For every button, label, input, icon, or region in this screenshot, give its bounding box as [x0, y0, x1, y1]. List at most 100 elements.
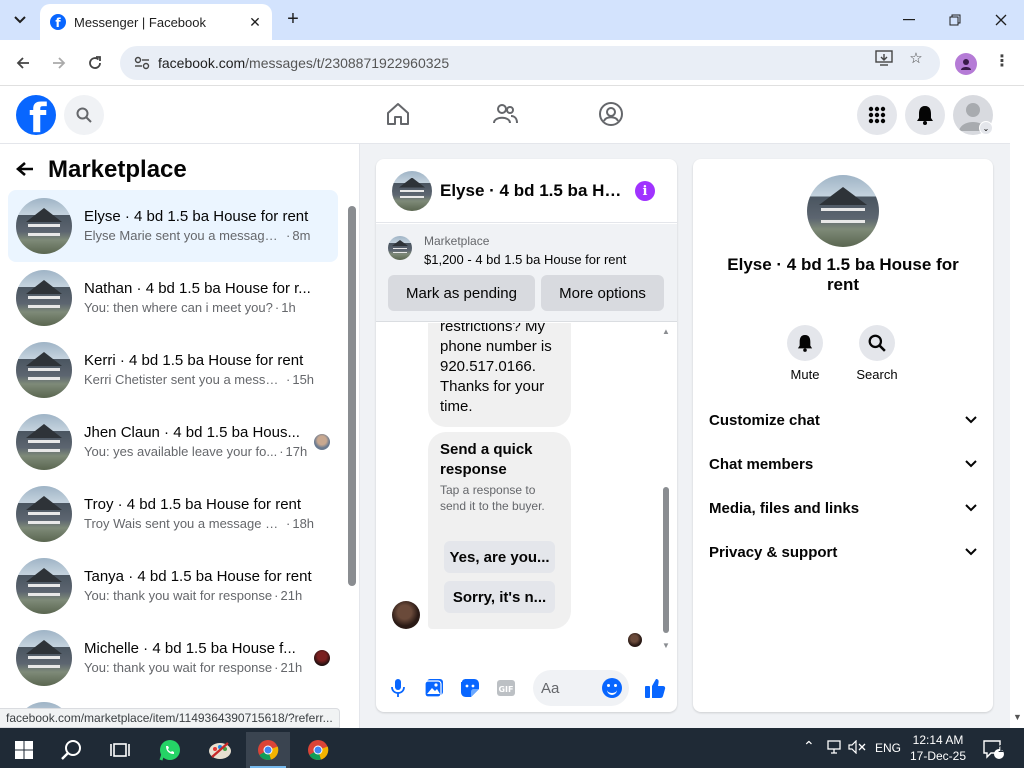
menu-grid-button[interactable]: [857, 95, 897, 135]
network-icon[interactable]: [826, 740, 842, 757]
message-composer: GIF: [376, 664, 677, 712]
conversation-title: Elyse · 4 bd 1.5 ba House for rent: [727, 255, 959, 294]
tray-chevron-up-icon[interactable]: ⌃: [803, 738, 815, 755]
conversation-avatar[interactable]: [807, 175, 879, 247]
scroll-down-icon[interactable]: ▼: [662, 641, 670, 650]
notification-center-icon[interactable]: 1: [974, 732, 1014, 768]
list-item[interactable]: Elyse · 4 bd 1.5 ba House for rent Elyse…: [8, 190, 338, 262]
list-item[interactable]: Nathan · 4 bd 1.5 ba House for r... You:…: [8, 262, 338, 334]
conversation-name: Jhen Claun · 4 bd 1.5 ba Hous...: [84, 424, 300, 441]
search-label: Search: [856, 367, 898, 382]
conversation-time: 18h: [292, 516, 315, 531]
facebook-logo-icon[interactable]: f: [16, 95, 56, 135]
seen-avatar: [314, 650, 330, 666]
list-item[interactable]: Kerri · 4 bd 1.5 ba House for rent Kerri…: [8, 334, 338, 406]
list-item[interactable]: Michelle · 4 bd 1.5 ba House f... You: t…: [8, 622, 338, 694]
reload-button[interactable]: [84, 52, 106, 74]
seen-avatar: [314, 434, 330, 450]
url-host: facebook.com: [158, 55, 246, 71]
row-label: Media, files and links: [709, 499, 860, 517]
mark-as-pending-button[interactable]: Mark as pending: [388, 275, 535, 311]
bookmark-star-icon[interactable]: ☆: [906, 48, 926, 68]
chat-avatar[interactable]: [392, 170, 432, 211]
thumbs-up-icon[interactable]: [643, 678, 667, 698]
browser-profile-avatar[interactable]: [955, 53, 977, 75]
quick-reply-sorry-button[interactable]: Sorry, it's n...: [444, 581, 555, 613]
sticker-icon[interactable]: [460, 678, 480, 698]
info-icon[interactable]: i: [635, 181, 655, 201]
window-close-button[interactable]: [978, 0, 1024, 40]
message-input[interactable]: [541, 678, 601, 698]
browser-menu-icon[interactable]: ⋮: [994, 52, 1010, 72]
install-app-icon[interactable]: [874, 48, 894, 68]
scrollbar-thumb[interactable]: [663, 487, 669, 633]
scroll-up-icon[interactable]: ▲: [662, 327, 670, 336]
gif-icon[interactable]: GIF: [496, 678, 516, 698]
reload-icon: [89, 56, 101, 69]
sidebar-scrollbar[interactable]: [346, 196, 356, 586]
taskbar-search-icon[interactable]: [50, 732, 94, 768]
listing-thumbnail: [16, 486, 72, 542]
clock[interactable]: 12:14 AM 17-Dec-25: [908, 732, 968, 764]
chat-members-row[interactable]: Chat members: [709, 446, 977, 482]
chat-panel: Elyse · 4 bd 1.5 ba Ho... i Marketplace …: [376, 159, 677, 712]
language-indicator[interactable]: ENG: [875, 741, 901, 755]
conversation-time: 15h: [292, 372, 315, 387]
scrollbar-thumb[interactable]: [348, 206, 356, 586]
listing-title[interactable]: $1,200 - 4 bd 1.5 ba House for rent: [424, 252, 626, 267]
search-in-chat-button[interactable]: Search: [847, 325, 907, 382]
listing-thumbnail: [16, 198, 72, 254]
list-item[interactable]: Tanya · 4 bd 1.5 ba House for rent You: …: [8, 550, 338, 622]
more-options-button[interactable]: More options: [541, 275, 664, 311]
mute-button[interactable]: Mute: [775, 325, 835, 382]
chat-scrollbar[interactable]: ▲ ▼: [662, 327, 671, 650]
list-item[interactable]: Troy · 4 bd 1.5 ba House for rent Troy W…: [8, 478, 338, 550]
windows-taskbar: ⌃ ENG 12:14 AM 17-Dec-25 1: [0, 728, 1024, 768]
emoji-icon[interactable]: [602, 678, 622, 698]
chrome-icon[interactable]: [296, 732, 340, 768]
chrome-icon-active[interactable]: [246, 732, 290, 768]
facebook-search-button[interactable]: [64, 95, 104, 135]
back-arrow-icon[interactable]: [16, 156, 34, 184]
customize-chat-row[interactable]: Customize chat: [709, 402, 977, 438]
quick-reply-yes-button[interactable]: Yes, are you...: [444, 541, 555, 573]
notifications-button[interactable]: [905, 95, 945, 135]
list-item[interactable]: Jhen Claun · 4 bd 1.5 ba Hous... You: ye…: [8, 406, 338, 478]
listing-thumbnail: [16, 558, 72, 614]
chat-title[interactable]: Elyse · 4 bd 1.5 ba Ho...: [440, 181, 626, 201]
omnibox[interactable]: facebook.com/messages/t/2308871922960325: [120, 46, 940, 80]
new-tab-button[interactable]: +: [282, 8, 304, 30]
tab-search-button[interactable]: [6, 8, 34, 32]
browser-tab[interactable]: f Messenger | Facebook ✕: [40, 4, 272, 40]
paint-app-icon[interactable]: [198, 732, 242, 768]
minimize-button[interactable]: [886, 0, 932, 40]
media-files-links-row[interactable]: Media, files and links: [709, 490, 977, 526]
account-chevron-icon[interactable]: ⌄: [979, 121, 993, 135]
restore-button[interactable]: [932, 0, 978, 40]
conversation-time: 17h: [285, 444, 308, 459]
listing-thumbnail[interactable]: [388, 236, 412, 260]
photo-icon[interactable]: [424, 678, 444, 698]
seen-avatar: [628, 633, 642, 647]
profile-icon: [961, 59, 971, 70]
page-scrollbar[interactable]: ▼: [1010, 86, 1024, 728]
privacy-support-row[interactable]: Privacy & support: [709, 534, 977, 570]
home-nav-button[interactable]: [383, 99, 413, 129]
conversation-name: Tanya · 4 bd 1.5 ba House for rent: [84, 568, 312, 585]
search-icon: [868, 334, 886, 352]
back-button[interactable]: [12, 52, 34, 74]
friends-nav-button[interactable]: [490, 99, 520, 129]
volume-muted-icon[interactable]: [848, 739, 866, 757]
whatsapp-icon[interactable]: [148, 732, 192, 768]
microphone-icon[interactable]: [388, 678, 408, 698]
site-info-icon[interactable]: [128, 56, 156, 70]
windows-start-icon[interactable]: [2, 732, 46, 768]
chevron-down-icon: [965, 504, 977, 512]
groups-nav-button[interactable]: [596, 99, 626, 129]
task-view-icon[interactable]: [98, 732, 142, 768]
scroll-down-icon[interactable]: ▼: [1013, 712, 1022, 722]
tab-close-icon[interactable]: ✕: [246, 14, 264, 31]
sender-avatar: [392, 601, 420, 629]
forward-button[interactable]: [48, 52, 70, 74]
listing-thumbnail: [16, 630, 72, 686]
